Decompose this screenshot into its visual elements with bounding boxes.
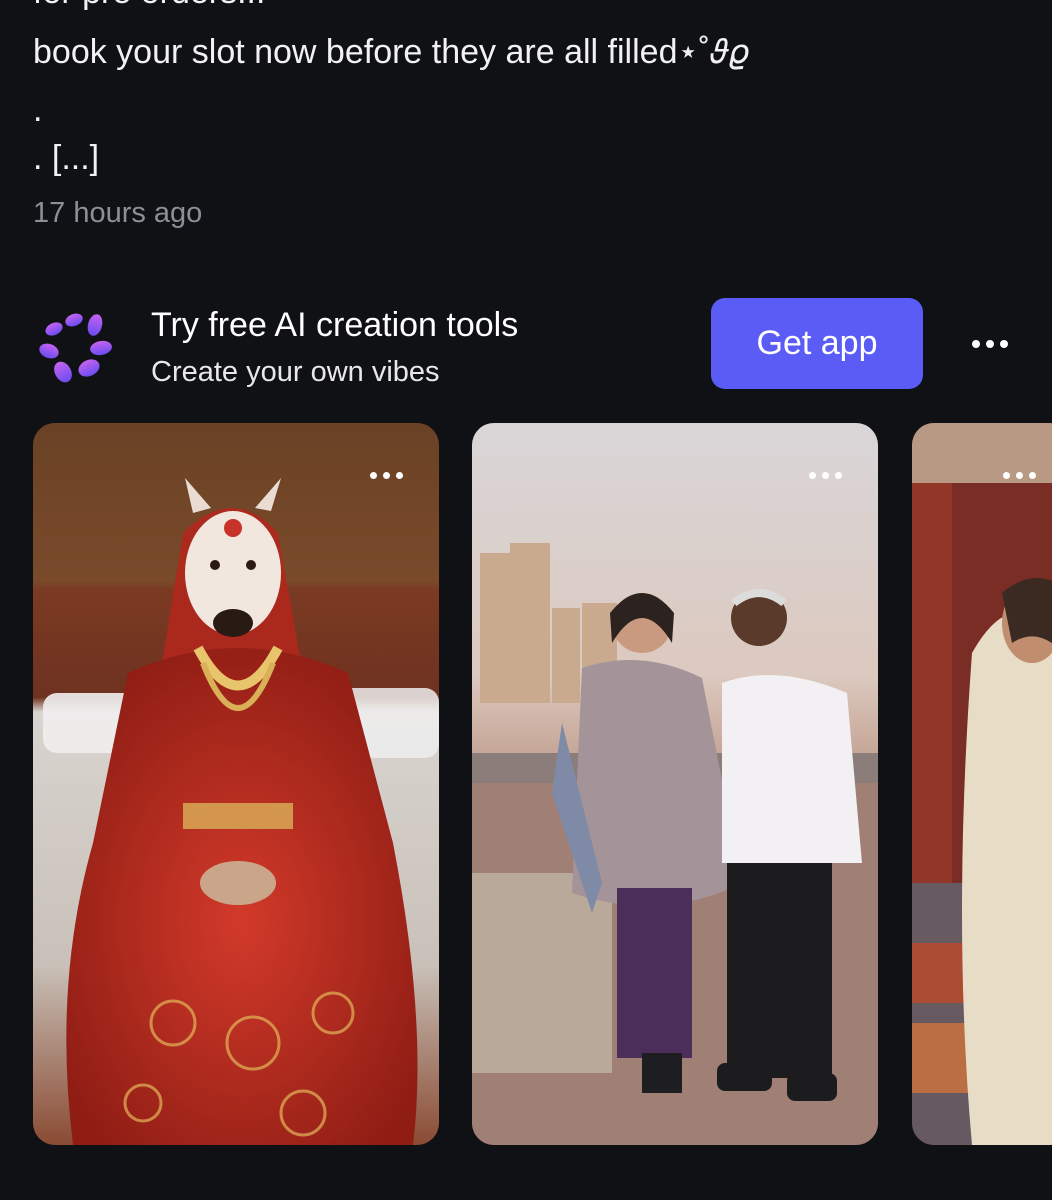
post-text-line-3[interactable]: . [...] (33, 136, 99, 180)
ad-more-options-button[interactable] (962, 330, 1018, 358)
couple-image (472, 423, 878, 1145)
bride-image (33, 423, 439, 1145)
post-text-line-1: book your slot now before they are all f… (33, 33, 749, 71)
textiles-image (912, 423, 1052, 1145)
more-horizontal-icon (369, 471, 403, 479)
more-horizontal-icon (808, 471, 842, 479)
carousel-card[interactable] (472, 423, 878, 1145)
more-horizontal-icon (1002, 471, 1036, 479)
card-more-options-button[interactable] (798, 463, 852, 487)
card-more-options-button[interactable] (359, 463, 413, 487)
post-text-line-cut: for pre orders!!! (33, 0, 265, 14)
flower-petals-logo-icon (32, 300, 120, 388)
card-more-options-button[interactable] (992, 463, 1046, 487)
post-text-line-2: . (33, 91, 43, 129)
get-app-button[interactable]: Get app (711, 298, 923, 389)
ad-title[interactable]: Try free AI creation tools (151, 304, 518, 346)
post-timestamp: 17 hours ago (33, 197, 203, 229)
carousel-card[interactable] (33, 423, 439, 1145)
more-horizontal-icon (972, 340, 1008, 348)
ad-subtitle: Create your own vibes (151, 356, 440, 388)
carousel-card[interactable] (912, 423, 1052, 1145)
